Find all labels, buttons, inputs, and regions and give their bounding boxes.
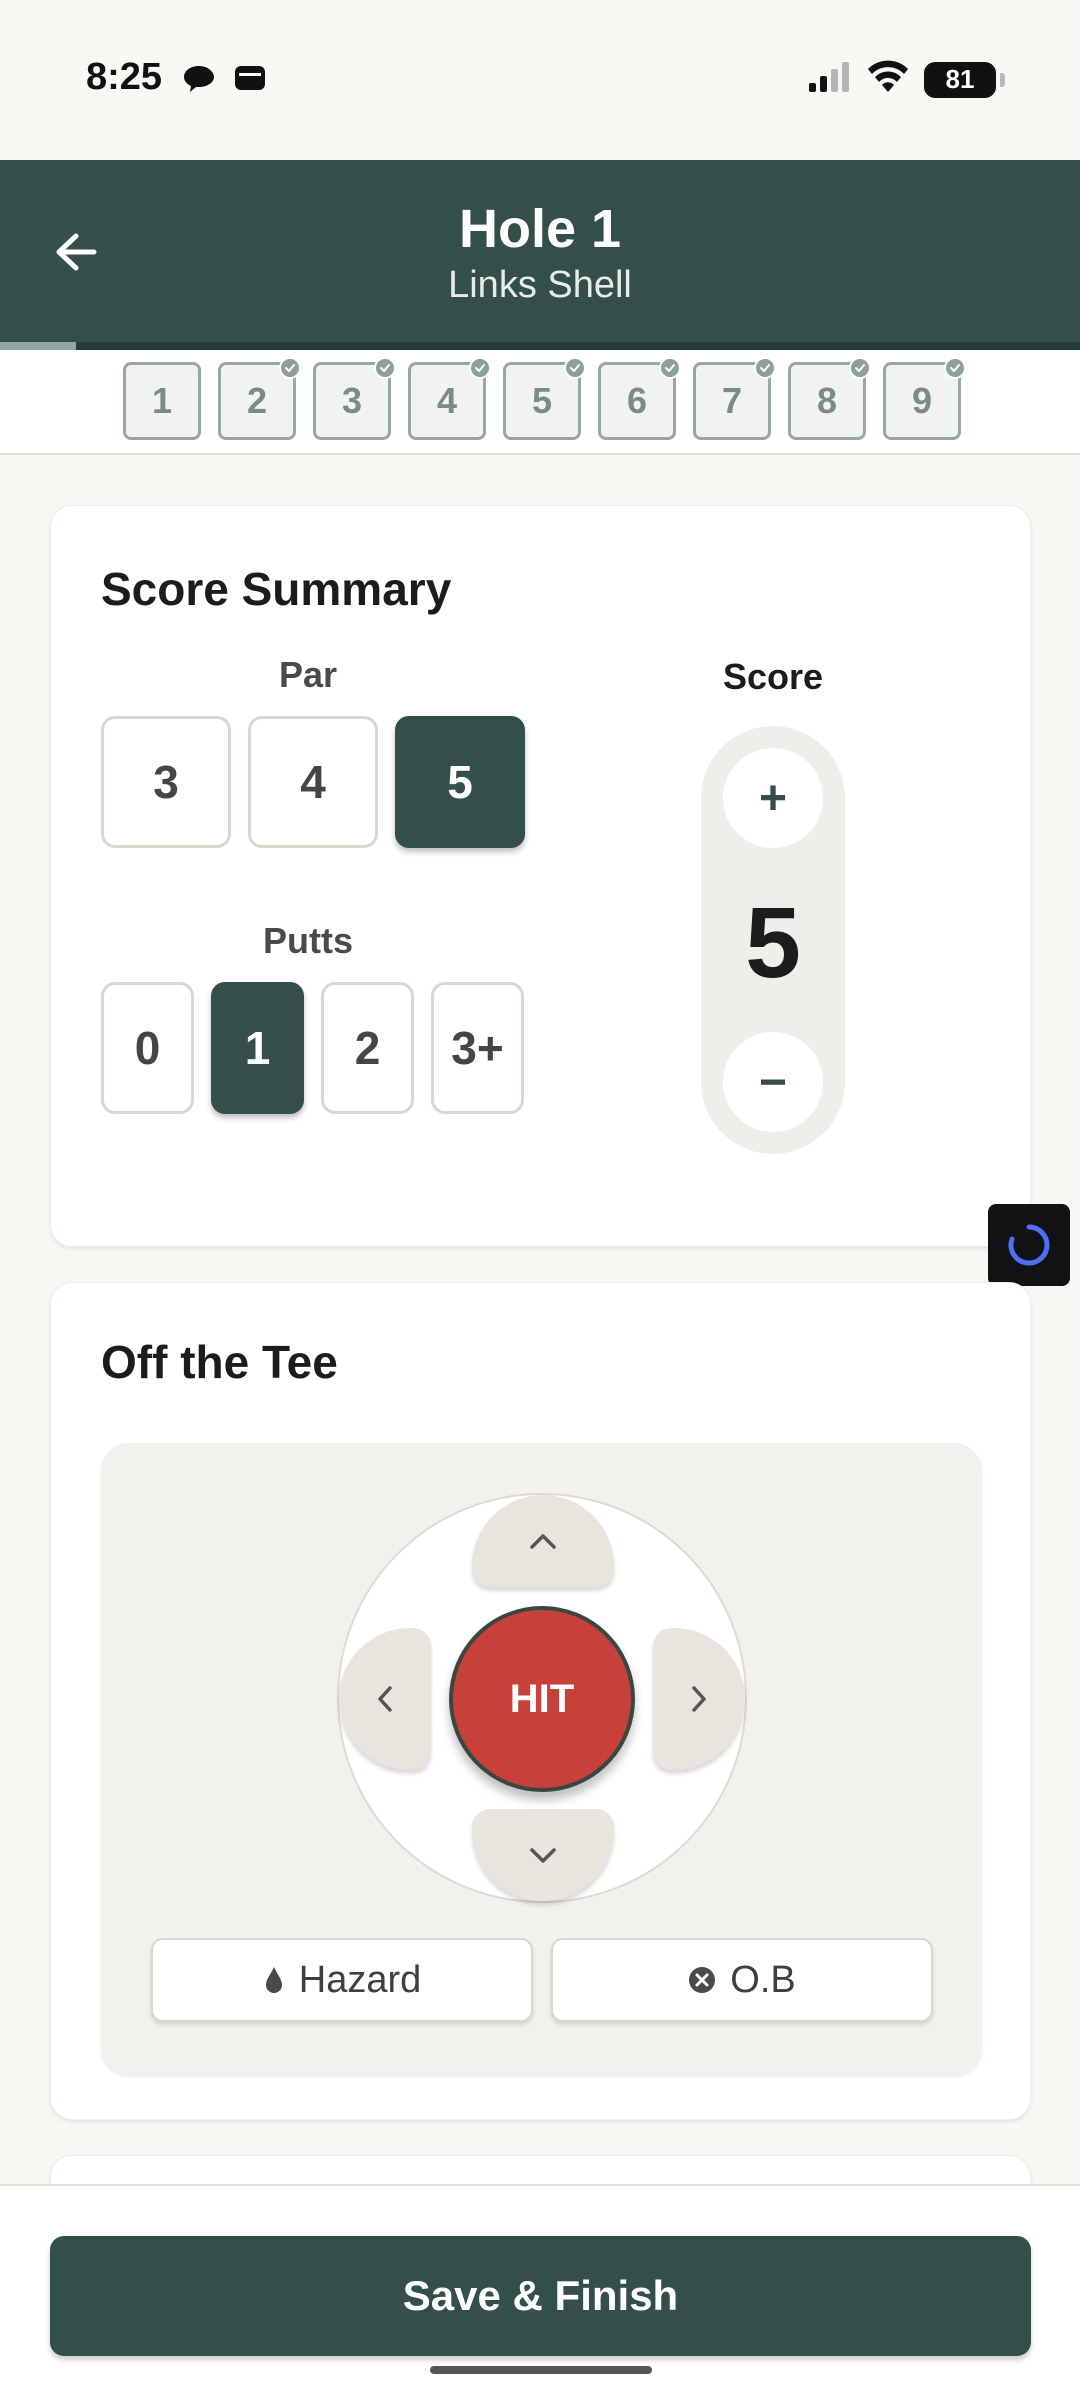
spinner-icon xyxy=(1008,1224,1050,1266)
status-indicators: 81 xyxy=(808,60,1005,99)
hole-chip-5[interactable]: 5 xyxy=(503,357,586,440)
score-label: Score xyxy=(722,656,824,697)
battery-indicator: 81 xyxy=(924,61,1005,98)
hole-chip-label: 1 xyxy=(151,380,173,421)
check-icon xyxy=(659,357,681,379)
check-icon xyxy=(944,357,966,379)
score-decrement-button[interactable]: − xyxy=(723,1032,823,1132)
miss-long-button[interactable] xyxy=(472,1495,614,1587)
hazard-button[interactable]: Hazard xyxy=(151,1938,533,2022)
home-indicator xyxy=(430,2366,652,2374)
putts-label: Putts xyxy=(263,920,353,961)
putts-option-2[interactable]: 2 xyxy=(321,982,414,1114)
water-drop-icon xyxy=(265,1967,282,1993)
hole-chip-4[interactable]: 4 xyxy=(408,357,491,440)
hole-chip-6[interactable]: 6 xyxy=(598,357,681,440)
miss-right-button[interactable] xyxy=(653,1628,745,1770)
check-icon xyxy=(564,357,586,379)
app-header: Hole 1 Links Shell xyxy=(0,160,1080,350)
close-circle-icon xyxy=(689,1967,716,1993)
fairway-hit-button[interactable]: HIT xyxy=(449,1606,635,1792)
miss-short-button[interactable] xyxy=(472,1809,614,1901)
wifi-icon xyxy=(866,60,910,99)
miss-left-button[interactable] xyxy=(339,1628,431,1770)
score-summary-card: Score Summary Par 345 Putts 0 1 2 3+ Score … xyxy=(50,505,1031,1247)
check-icon xyxy=(469,357,491,379)
hole-chip-label: 7 xyxy=(721,380,743,421)
hole-chip-label: 9 xyxy=(911,380,933,421)
hole-progress-bar xyxy=(0,342,1080,350)
hole-chip-7[interactable]: 7 xyxy=(693,357,776,440)
course-name: Links Shell xyxy=(448,264,632,306)
save-finish-button[interactable]: Save & Finish xyxy=(50,2236,1031,2356)
par-option-4[interactable]: 4 xyxy=(248,716,378,848)
hazard-label: Hazard xyxy=(298,1958,422,2001)
hole-chip-3[interactable]: 3 xyxy=(313,357,396,440)
score-increment-button[interactable]: + xyxy=(723,748,823,848)
score-value: 5 xyxy=(745,887,801,999)
check-icon xyxy=(374,357,396,379)
putts-option-1[interactable]: 1 xyxy=(211,982,304,1114)
hole-chip-1[interactable]: 1 xyxy=(123,362,201,440)
par-label: Par xyxy=(278,654,338,695)
score-stepper: + 5 − xyxy=(701,726,845,1154)
check-icon xyxy=(754,357,776,379)
hole-chip-label: 6 xyxy=(626,380,648,421)
chevron-left-icon xyxy=(378,1686,392,1712)
putts-option-0[interactable]: 0 xyxy=(101,982,194,1114)
message-bubble-icon xyxy=(182,64,216,99)
hole-chip-label: 5 xyxy=(531,380,553,421)
off-the-tee-title: Off the Tee xyxy=(101,1336,338,1388)
status-time: 8:25 xyxy=(86,56,163,98)
score-summary-title: Score Summary xyxy=(101,563,452,615)
tee-shot-panel: HIT Hazard O.B xyxy=(101,1443,982,2075)
hole-title: Hole 1 xyxy=(458,199,622,259)
chevron-right-icon xyxy=(692,1686,706,1712)
hole-chip-9[interactable]: 9 xyxy=(883,357,966,440)
direction-dial: HIT xyxy=(337,1493,747,1903)
putts-option-3-plus[interactable]: 3+ xyxy=(431,982,524,1114)
hole-chip-label: 3 xyxy=(341,380,363,421)
hole-chip-label: 8 xyxy=(816,380,838,421)
hole-chip-2[interactable]: 2 xyxy=(218,357,301,440)
loading-spinner-button[interactable] xyxy=(988,1204,1070,1286)
hole-chip-label: 4 xyxy=(436,380,458,421)
ob-label: O.B xyxy=(730,1958,796,2001)
chevron-down-icon xyxy=(530,1848,556,1863)
hole-selector: 1 2 3 4 5 6 7 8 9 xyxy=(0,350,1080,455)
hole-chip-label: 2 xyxy=(246,380,268,421)
chevron-up-icon xyxy=(530,1534,556,1549)
par-option-5[interactable]: 5 xyxy=(395,716,525,848)
status-bar: 8:25 81 xyxy=(0,0,1080,160)
hole-progress-fill xyxy=(0,342,76,350)
hole-chip-8[interactable]: 8 xyxy=(788,357,871,440)
out-of-bounds-button[interactable]: O.B xyxy=(551,1938,933,2022)
check-icon xyxy=(849,357,871,379)
signal-icon xyxy=(808,61,852,98)
par-option-3[interactable]: 3 xyxy=(101,716,231,848)
off-the-tee-card: Off the Tee HIT Hazard O.B xyxy=(50,1282,1031,2120)
check-icon xyxy=(279,357,301,379)
wallet-icon xyxy=(234,64,266,97)
